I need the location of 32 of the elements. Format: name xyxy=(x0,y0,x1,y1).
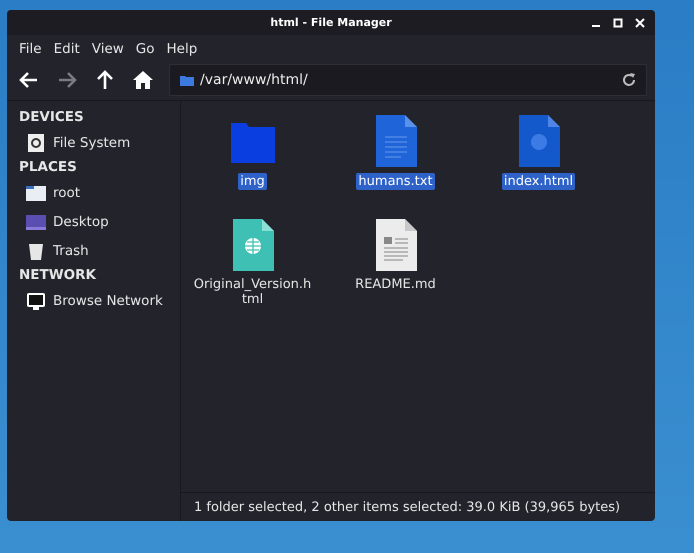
file-name[interactable]: img xyxy=(238,173,267,190)
file-name[interactable]: humans.txt xyxy=(356,173,435,190)
file-name[interactable]: index.html xyxy=(502,173,576,190)
window-title: html - File Manager xyxy=(270,16,392,29)
section-heading: DEVICES xyxy=(19,109,85,125)
menu-item[interactable]: Help xyxy=(160,41,204,57)
reload-icon[interactable] xyxy=(621,72,637,88)
sidebar-label: root xyxy=(53,184,80,200)
section-heading: NETWORK xyxy=(19,267,98,283)
menu-item[interactable]: File xyxy=(13,41,48,57)
network-icon xyxy=(25,290,47,310)
sidebar-item[interactable]: Browse Network xyxy=(19,286,180,315)
file-name[interactable]: Original_Version.h tml xyxy=(188,277,316,307)
sidebar-label: File System xyxy=(53,134,130,150)
sidebar-item[interactable]: Desktop xyxy=(19,207,180,236)
sidebar-label: Desktop xyxy=(53,214,109,230)
folder-icon xyxy=(180,75,194,86)
menu-item[interactable]: Edit xyxy=(48,41,86,57)
sidebar-label: Trash xyxy=(53,242,89,258)
section-heading: PLACES xyxy=(19,159,78,175)
menu-item[interactable]: View xyxy=(86,41,130,57)
location-field[interactable]: /var/www/html/ xyxy=(169,64,647,96)
sidebar-label: Browse Network xyxy=(53,292,163,308)
drive-icon xyxy=(25,132,47,152)
close-icon[interactable] xyxy=(635,18,645,28)
menu-item[interactable]: Go xyxy=(130,41,161,57)
sidebar-item[interactable]: Trash xyxy=(19,236,180,265)
sidebar-item[interactable]: root xyxy=(19,178,180,207)
file-name[interactable]: README.md xyxy=(332,277,460,292)
status-bar: 1 folder selected, 2 other items selected: 39.0 KiB (39,965 bytes) xyxy=(181,492,655,521)
maximize-icon[interactable] xyxy=(613,18,623,28)
sidebar-item[interactable]: File System xyxy=(19,128,180,157)
